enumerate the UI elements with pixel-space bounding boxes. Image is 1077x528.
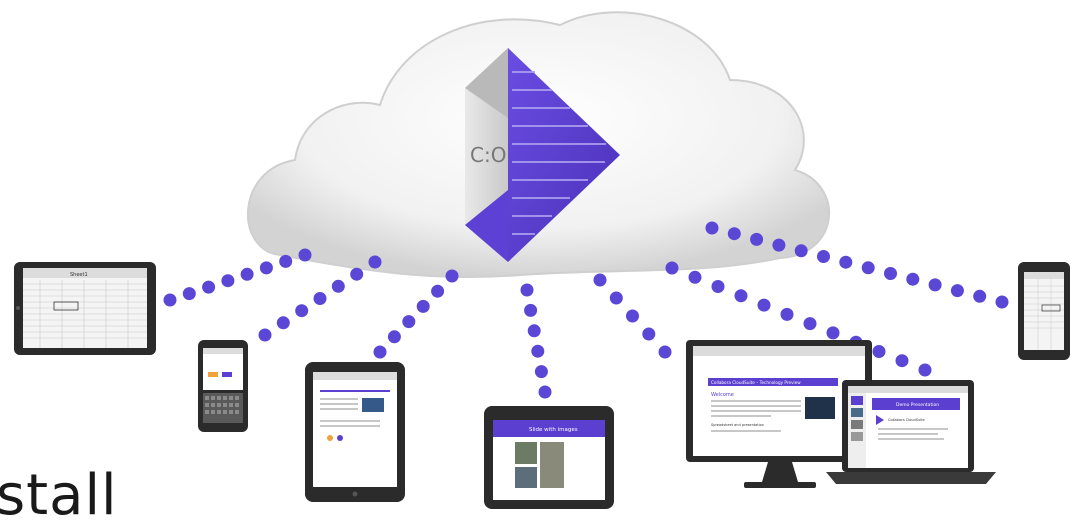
connection-dot	[884, 267, 897, 280]
laptop-slide-title: Demo Presentation	[896, 402, 939, 408]
slide-title: Slide with images	[529, 427, 578, 433]
connection-dot	[402, 315, 416, 329]
connection-dot	[780, 307, 794, 321]
tablet-center: Slide with images	[484, 406, 614, 509]
connection-dot	[750, 232, 764, 246]
connection-dot	[527, 324, 541, 338]
tablet-mid	[305, 362, 405, 502]
connection-dot	[259, 261, 273, 275]
phone-small	[198, 340, 248, 432]
connection-dot	[711, 280, 725, 293]
tablet-left: Sheet1	[14, 262, 156, 355]
logo-mark: C:O	[470, 143, 506, 167]
connection-dot	[727, 227, 741, 241]
connection-dot	[757, 298, 771, 312]
connection-dot	[772, 238, 786, 252]
connection-dot	[373, 345, 387, 359]
connection-dot	[279, 254, 293, 268]
cloud-devices-illustration: C:O Sheet1 Slide with images Collabora C…	[14, 11, 1070, 509]
connection-dot	[431, 284, 445, 298]
connection-dot	[416, 299, 430, 313]
connection-dot	[258, 328, 272, 342]
connection-dot	[658, 345, 672, 359]
connection-dot	[350, 267, 364, 281]
phone-right	[1018, 262, 1070, 360]
connection-dot	[950, 284, 964, 298]
connection-dot	[534, 365, 548, 379]
connection-dot	[973, 289, 987, 303]
connection-dot	[794, 244, 808, 258]
connection-dot	[445, 269, 459, 283]
connection-dot	[688, 270, 702, 284]
connection-dot	[240, 267, 254, 281]
connection-dot	[182, 287, 196, 301]
connection-dot	[642, 327, 656, 341]
connection-dot	[313, 292, 327, 305]
sheet-title: Sheet1	[70, 272, 88, 278]
monitor-section: Spreadsheet and presentation	[711, 423, 764, 427]
connection-dot	[705, 221, 719, 235]
connection-dot	[538, 385, 552, 399]
connection-dot	[861, 261, 875, 275]
connection-dot	[872, 345, 886, 358]
monitor-heading: Welcome	[711, 392, 734, 398]
connection-dot	[520, 283, 534, 297]
connection-dot	[626, 309, 639, 323]
laptop-subtitle: Collabora CloudSuite	[888, 418, 925, 422]
connection-dot	[276, 316, 290, 330]
connection-dot	[928, 278, 942, 292]
connection-dot	[995, 295, 1009, 309]
connection-dot	[298, 248, 312, 262]
connection-dot	[918, 363, 932, 377]
bottom-caption: stall	[0, 463, 118, 528]
connection-dot	[524, 303, 538, 317]
connection-dot	[163, 293, 177, 307]
connection-dot	[202, 280, 216, 294]
connection-dot	[826, 326, 840, 340]
connection-dot	[368, 255, 382, 269]
laptop: Demo Presentation Collabora CloudSuite	[826, 380, 996, 484]
connection-dot	[593, 273, 607, 287]
connection-dot	[895, 354, 909, 368]
connection-dot	[803, 317, 817, 331]
connection-dot	[387, 330, 401, 344]
connection-dot	[295, 304, 309, 318]
connection-dot	[817, 250, 830, 263]
monitor-doc-title: Collabora CloudSuite – Technology Previe…	[711, 380, 801, 385]
connection-dot	[734, 289, 748, 303]
connection-dot	[609, 291, 623, 305]
connection-dot	[839, 255, 853, 269]
connection-dot	[665, 261, 679, 275]
connection-dot	[531, 344, 545, 358]
connection-dot	[331, 279, 345, 293]
connection-dot	[221, 274, 235, 288]
connection-dot	[906, 272, 920, 286]
